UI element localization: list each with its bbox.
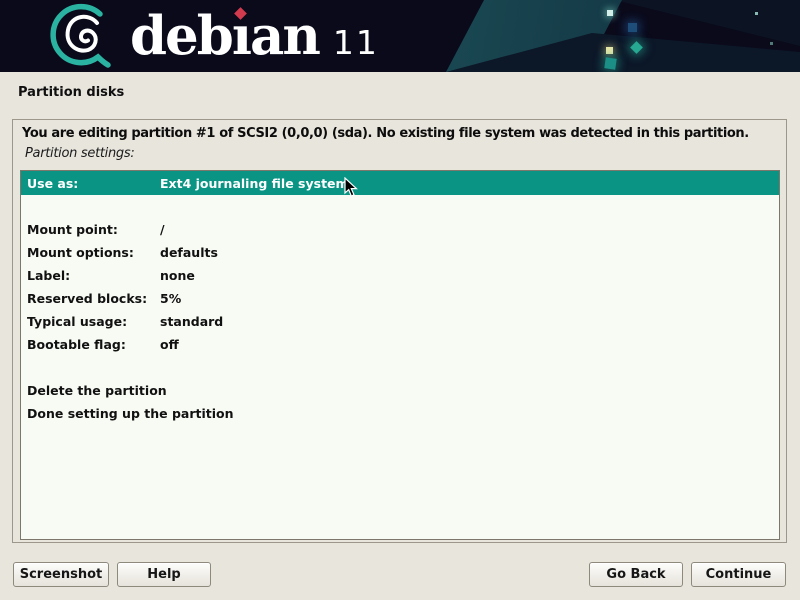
continue-button[interactable]: Continue <box>691 562 786 587</box>
row-value: standard <box>160 314 223 329</box>
brand-wordmark: debıan 11 <box>130 0 379 72</box>
settings-row[interactable]: Bootable flag:off <box>21 333 779 356</box>
row-label: Label: <box>27 268 160 283</box>
row-value: defaults <box>160 245 218 260</box>
partition-settings-label: Partition settings: <box>25 146 134 161</box>
row-label: Mount point: <box>27 222 160 237</box>
decor-square-teal <box>604 57 616 69</box>
row-value: off <box>160 337 179 352</box>
settings-row[interactable]: Use as:Ext4 journaling file system <box>21 171 779 195</box>
row-value: Ext4 journaling file system <box>160 176 349 191</box>
settings-row[interactable]: Mount point:/ <box>21 218 779 241</box>
decor-square-yellow <box>606 47 613 54</box>
row-label: Mount options: <box>27 245 160 260</box>
decor-dot-small-2 <box>770 42 773 45</box>
settings-row-spacer <box>21 356 779 379</box>
screenshot-button[interactable]: Screenshot <box>13 562 109 587</box>
info-message: You are editing partition #1 of SCSI2 (0… <box>22 126 778 141</box>
help-button[interactable]: Help <box>117 562 211 587</box>
go-back-button[interactable]: Go Back <box>589 562 683 587</box>
settings-row[interactable]: Typical usage:standard <box>21 310 779 333</box>
decor-square-white <box>607 10 613 16</box>
row-label: Delete the partition <box>27 383 160 398</box>
settings-row[interactable]: Mount options:defaults <box>21 241 779 264</box>
decor-dot-small-1 <box>755 12 758 15</box>
page-title: Partition disks <box>18 85 124 100</box>
row-value: 5% <box>160 291 181 306</box>
version-label: 11 <box>333 23 379 62</box>
row-label: Done setting up the partition <box>27 406 160 421</box>
row-label: Typical usage: <box>27 314 160 329</box>
settings-row[interactable]: Delete the partition <box>21 379 779 402</box>
debian-swirl-icon <box>40 2 112 70</box>
settings-row-spacer <box>21 195 779 218</box>
settings-row[interactable]: Reserved blocks:5% <box>21 287 779 310</box>
mouse-cursor <box>344 177 359 198</box>
row-label: Reserved blocks: <box>27 291 160 306</box>
banner: debıan 11 <box>0 0 800 72</box>
settings-row[interactable]: Label:none <box>21 264 779 287</box>
partition-settings-list: Use as:Ext4 journaling file system Mount … <box>20 170 780 540</box>
decor-square-blue <box>628 23 637 32</box>
row-value: / <box>160 222 165 237</box>
row-label: Bootable flag: <box>27 337 160 352</box>
brand-text: debıan <box>130 5 319 67</box>
row-label: Use as: <box>27 176 160 191</box>
debian-installer-window: debıan 11 Partition disks You are editing… <box>0 0 800 600</box>
content-frame: You are editing partition #1 of SCSI2 (0… <box>12 119 787 543</box>
row-value: none <box>160 268 195 283</box>
settings-row[interactable]: Done setting up the partition <box>21 402 779 425</box>
